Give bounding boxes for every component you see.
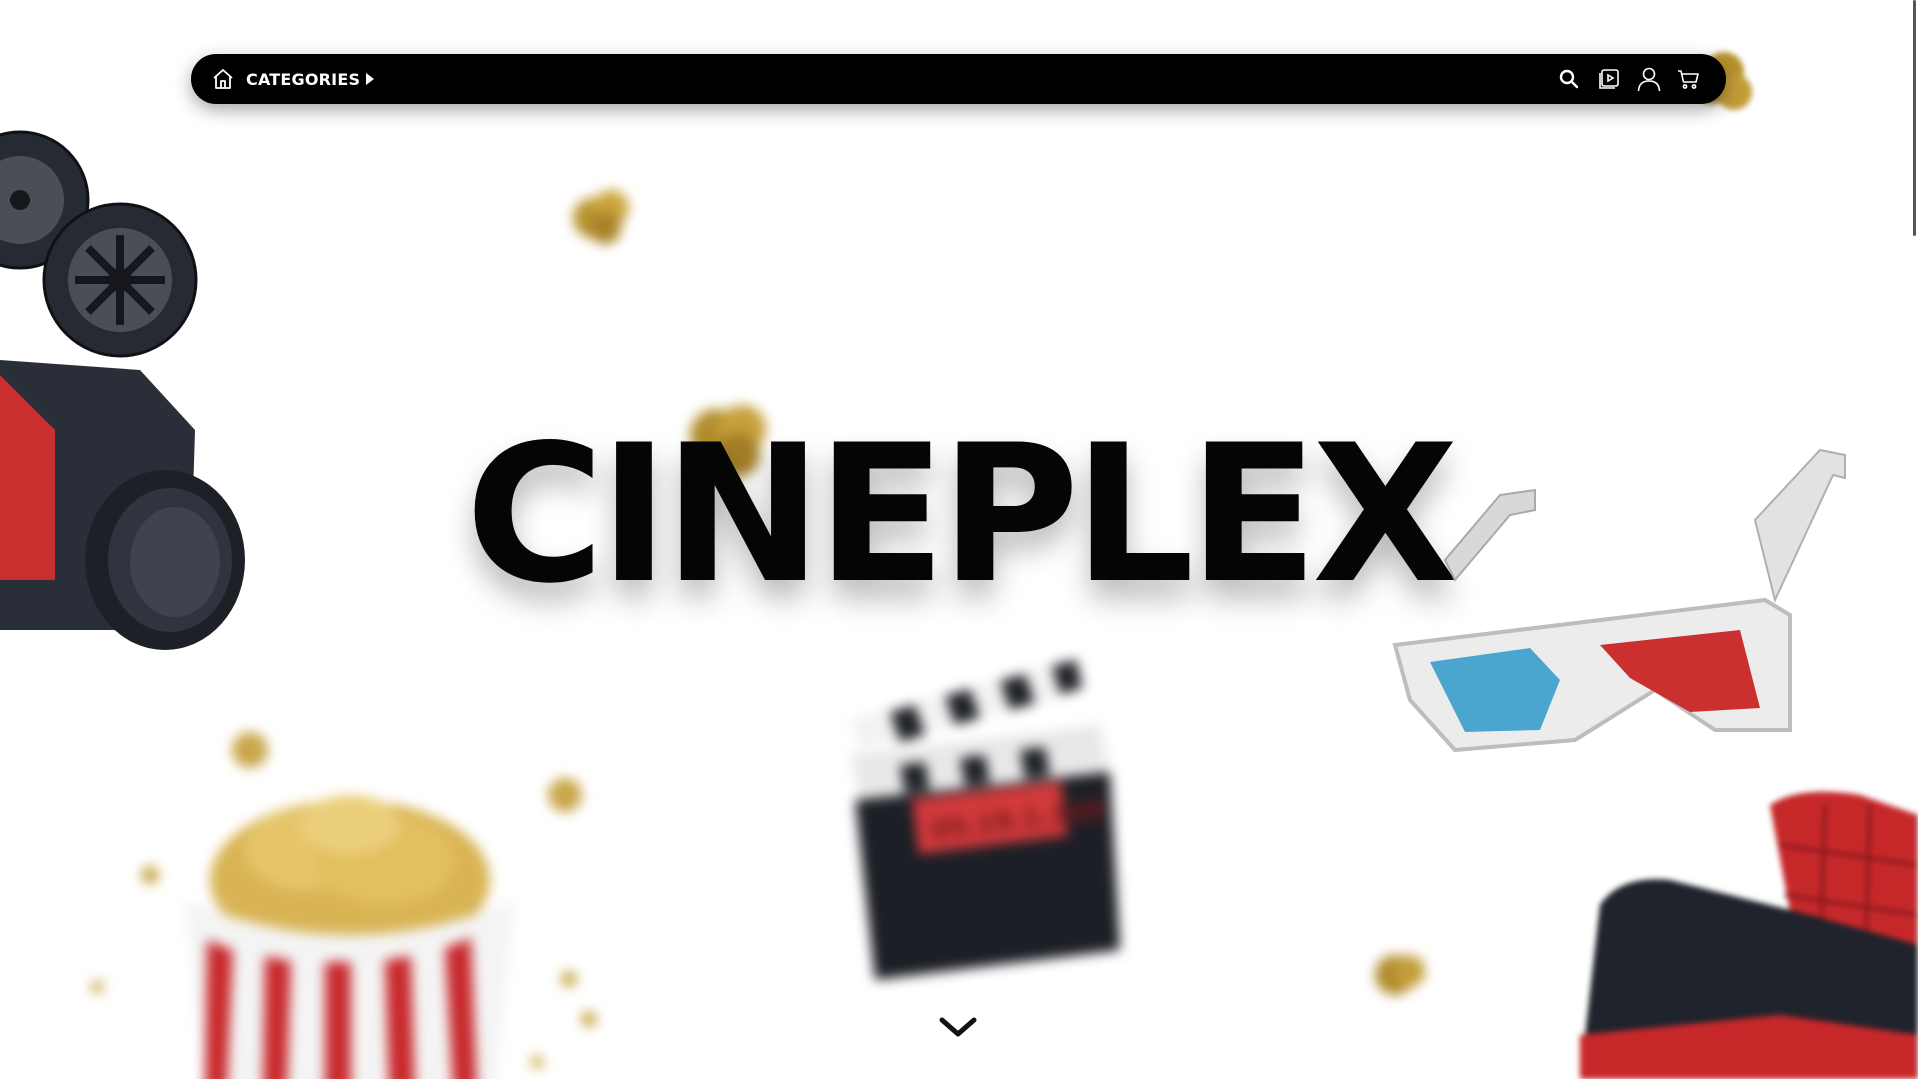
nav-right-group [1556, 66, 1702, 92]
popcorn-kernel-decoration [548, 778, 582, 812]
page-scrollbar[interactable] [1913, 0, 1916, 236]
categories-label: CATEGORIES [246, 69, 361, 89]
cart-icon[interactable] [1676, 66, 1702, 92]
3d-glasses-illustration [1392, 448, 1846, 753]
popcorn-bucket-illustration [185, 795, 515, 1079]
cinema-seat-illustration [1580, 791, 1918, 1079]
home-icon[interactable] [210, 66, 236, 92]
hero-stage: CATEGORIES CINEPLEX 05.19.1.200 [0, 0, 1918, 1079]
popcorn-kernel-decoration [573, 190, 629, 244]
categories-menu-button[interactable]: CATEGORIES [246, 69, 375, 89]
popcorn-kernel-decoration [1375, 955, 1425, 995]
popcorn-kernel-decoration [232, 732, 268, 768]
clapperboard-illustration: 05.19.1.200 [850, 655, 1120, 980]
popcorn-kernel-decoration [561, 971, 577, 987]
scroll-down-chevron-icon[interactable] [936, 1012, 980, 1042]
popcorn-kernel-decoration [581, 1011, 597, 1027]
nav-left-group: CATEGORIES [210, 66, 375, 92]
caret-right-icon [366, 73, 375, 85]
popcorn-kernel-decoration [90, 980, 104, 994]
play-library-icon[interactable] [1596, 66, 1622, 92]
user-icon[interactable] [1636, 66, 1662, 92]
search-icon[interactable] [1556, 66, 1582, 92]
top-navbar: CATEGORIES [191, 54, 1726, 104]
